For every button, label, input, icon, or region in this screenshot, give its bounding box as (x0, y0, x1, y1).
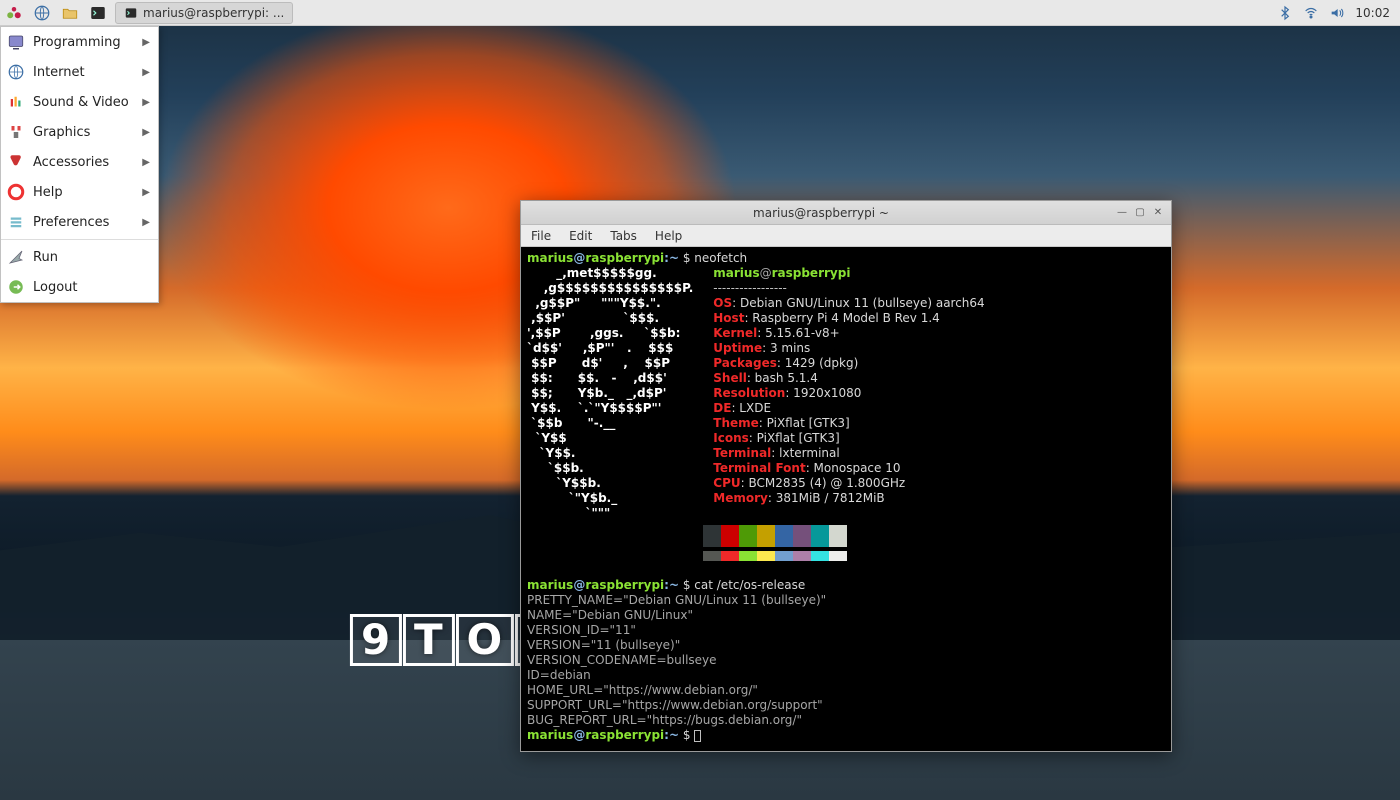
chevron-right-icon: ▶ (142, 97, 150, 108)
menu-item-label: Programming (33, 35, 121, 50)
start-menu-button[interactable] (3, 2, 25, 24)
menu-item-label: Sound & Video (33, 95, 129, 110)
chevron-right-icon: ▶ (142, 37, 150, 48)
menu-item-label: Logout (33, 280, 78, 295)
window-titlebar[interactable]: marius@raspberrypi ~ — ▢ ✕ (521, 201, 1171, 225)
terminal-icon (124, 6, 138, 20)
internet-icon (7, 63, 25, 81)
menu-item-accessories[interactable]: Accessories ▶ (1, 147, 158, 177)
chevron-right-icon: ▶ (142, 127, 150, 138)
terminal-window: marius@raspberrypi ~ — ▢ ✕ File Edit Tabs H… (520, 200, 1172, 752)
volume-icon[interactable] (1329, 5, 1345, 21)
programming-icon (7, 33, 25, 51)
graphics-icon (7, 123, 25, 141)
run-icon (7, 248, 25, 266)
menu-item-label: Graphics (33, 125, 90, 140)
bluetooth-icon[interactable] (1277, 5, 1293, 21)
application-menu: Programming▶Internet▶Sound & Video▶Graph… (0, 26, 159, 303)
window-close-button[interactable]: ✕ (1151, 206, 1165, 220)
chevron-right-icon: ▶ (142, 217, 150, 228)
logout-icon (7, 278, 25, 296)
clock[interactable]: 10:02 (1355, 6, 1390, 20)
window-minimize-button[interactable]: — (1115, 206, 1129, 220)
menu-item-label: Internet (33, 65, 85, 80)
web-browser-launcher[interactable] (31, 2, 53, 24)
taskbar: marius@raspberrypi: ... 10:02 (0, 0, 1400, 26)
taskbar-window-button[interactable]: marius@raspberrypi: ... (115, 2, 293, 24)
menu-item-programming[interactable]: Programming ▶ (1, 27, 158, 57)
sound-icon (7, 93, 25, 111)
menu-item-label: Run (33, 250, 58, 265)
menu-edit[interactable]: Edit (569, 229, 592, 243)
window-maximize-button[interactable]: ▢ (1133, 206, 1147, 220)
menu-item-sound-video[interactable]: Sound & Video ▶ (1, 87, 158, 117)
file-manager-launcher[interactable] (59, 2, 81, 24)
menu-item-help[interactable]: Help ▶ (1, 177, 158, 207)
menu-tabs[interactable]: Tabs (610, 229, 637, 243)
menu-item-preferences[interactable]: Preferences ▶ (1, 207, 158, 237)
menu-item-internet[interactable]: Internet ▶ (1, 57, 158, 87)
chevron-right-icon: ▶ (142, 157, 150, 168)
menu-help[interactable]: Help (655, 229, 682, 243)
wifi-icon[interactable] (1303, 5, 1319, 21)
chevron-right-icon: ▶ (142, 67, 150, 78)
terminal-viewport[interactable]: marius@raspberrypi:~ $ neofetch _,met$$$… (521, 247, 1171, 751)
menu-item-label: Accessories (33, 155, 109, 170)
chevron-right-icon: ▶ (142, 187, 150, 198)
menu-file[interactable]: File (531, 229, 551, 243)
help-icon (7, 183, 25, 201)
accessories-icon (7, 153, 25, 171)
taskbar-window-label: marius@raspberrypi: ... (143, 6, 284, 20)
menu-item-label: Help (33, 185, 63, 200)
system-tray: 10:02 (1267, 5, 1400, 21)
menu-item-logout[interactable]: Logout (1, 272, 158, 302)
window-title: marius@raspberrypi ~ (527, 206, 1115, 220)
menu-item-label: Preferences (33, 215, 109, 230)
menu-item-graphics[interactable]: Graphics ▶ (1, 117, 158, 147)
terminal-menubar: File Edit Tabs Help (521, 225, 1171, 247)
preferences-icon (7, 213, 25, 231)
menu-item-run[interactable]: Run (1, 242, 158, 272)
terminal-launcher[interactable] (87, 2, 109, 24)
